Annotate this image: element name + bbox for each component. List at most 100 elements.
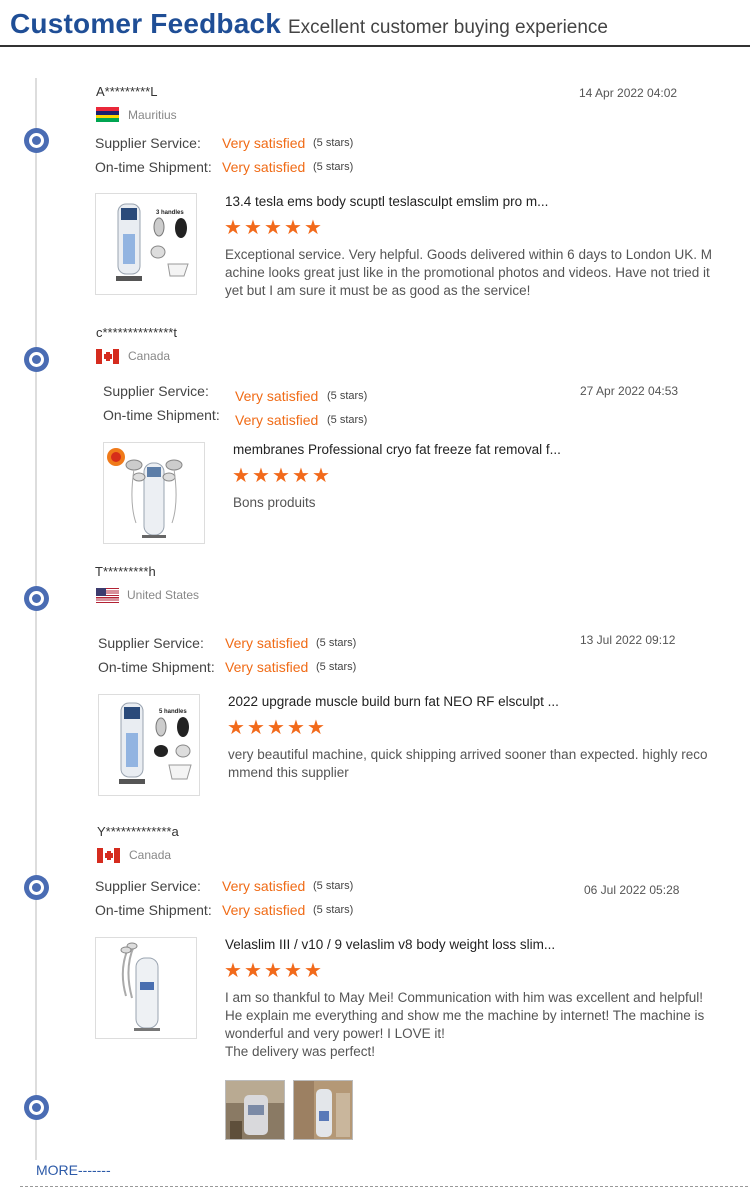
timeline-line [35, 78, 37, 1160]
shipment-stars: (5 stars) [313, 904, 354, 916]
product-title[interactable]: 13.4 tesla ems body scuptl teslasculpt e… [225, 194, 548, 209]
buyer-country: Mauritius [128, 108, 177, 122]
supplier-service-stars: (5 stars) [313, 137, 354, 149]
star-icon: ★ [272, 465, 290, 487]
review-comment: very beautiful machine, quick shipping a… [228, 746, 728, 782]
star-icon: ★ [227, 717, 245, 739]
star-icon: ★ [264, 217, 282, 239]
shipment-label: On-time Shipment: [98, 659, 215, 675]
buyer-name: T*********h [95, 564, 156, 579]
neo-rf-machine-icon: 5 handles [119, 702, 192, 784]
star-icon: ★ [292, 465, 310, 487]
timeline-dot [24, 1095, 49, 1120]
shipment-stars: (5 stars) [313, 161, 354, 173]
supplier-service-rating: Very satisfied [222, 135, 306, 151]
machine-photo-image [226, 1081, 284, 1139]
star-icon: ★ [287, 717, 305, 739]
timeline-dot [24, 875, 49, 900]
star-icon: ★ [284, 960, 302, 982]
product-thumbnail[interactable]: 5 handles [98, 694, 200, 796]
review-comment: I am so thankful to May Mei! Communicati… [225, 989, 725, 1061]
mauritius-flag-icon [96, 107, 119, 122]
timeline-dot [24, 586, 49, 611]
star-icon: ★ [304, 960, 322, 982]
star-icon: ★ [264, 960, 282, 982]
buyer-name: A*********L [96, 84, 158, 99]
star-icon: ★ [284, 217, 302, 239]
review-date: 27 Apr 2022 04:53 [580, 384, 679, 398]
page-subtitle: Excellent customer buying experience [288, 17, 609, 38]
review-photo[interactable] [293, 1080, 353, 1140]
review-comment: Exceptional service. Very helpful. Goods… [225, 246, 725, 300]
star-icon: ★ [247, 717, 265, 739]
body-sculpt-machine-icon: 3 handles [116, 203, 189, 281]
buyer-country: Canada [128, 349, 171, 363]
shipment-label: On-time Shipment: [95, 902, 212, 918]
more-link[interactable]: MORE------- [36, 1162, 111, 1178]
buyer-name: c**************t [96, 325, 177, 340]
product-thumbnail[interactable]: 3 handles [95, 193, 197, 295]
supplier-service-rating: Very satisfied [222, 878, 306, 894]
supplier-service-label: Supplier Service: [103, 383, 209, 399]
velaslim-machine-icon [120, 942, 160, 1031]
supplier-service-stars: (5 stars) [313, 880, 354, 892]
product-title[interactable]: membranes Professional cryo fat freeze f… [233, 442, 561, 457]
shipment-rating: Very satisfied [225, 659, 309, 675]
star-icon: ★ [267, 717, 285, 739]
shipment-label: On-time Shipment: [103, 407, 220, 423]
comment-line: very beautiful machine, quick shipping a… [228, 747, 708, 762]
product-thumbnail[interactable] [103, 442, 205, 544]
review-comment: Bons produits [233, 494, 713, 512]
star-icon: ★ [252, 465, 270, 487]
shipment-stars: (5 stars) [327, 414, 368, 426]
product-thumbnail[interactable] [95, 937, 197, 1039]
shipment-rating: Very satisfied [235, 412, 319, 428]
supplier-service-stars: (5 stars) [327, 390, 368, 402]
star-icon: ★ [232, 465, 250, 487]
comment-line: Exceptional service. Very helpful. Goods… [225, 247, 713, 262]
star-icon: ★ [244, 217, 262, 239]
header-divider [0, 45, 750, 47]
comment-line: I am so thankful to May Mei! Communicati… [225, 990, 703, 1005]
comment-line: wonderful and very power! I LOVE it! [225, 1026, 445, 1041]
shipment-stars: (5 stars) [316, 661, 357, 673]
page-title: Customer Feedback [10, 8, 282, 39]
supplier-service-rating: Very satisfied [235, 388, 319, 404]
supplier-service-label: Supplier Service: [95, 135, 201, 151]
usa-flag-icon [96, 588, 119, 603]
star-icon: ★ [312, 465, 330, 487]
product-rating-stars: ★ ★ ★ ★ ★ [227, 717, 325, 739]
comment-line: He explain me everything and show me the… [225, 1008, 705, 1023]
review-date: 13 Jul 2022 09:12 [580, 633, 676, 647]
shipment-label: On-time Shipment: [95, 159, 212, 175]
bottom-divider [20, 1186, 748, 1187]
thumbnail-label: 3 handles [156, 210, 184, 216]
comment-line: yet but I am sure it must be as good as … [225, 283, 531, 298]
product-rating-stars: ★ ★ ★ ★ ★ [224, 960, 322, 982]
product-rating-stars: ★ ★ ★ ★ ★ [232, 465, 330, 487]
page-header: Customer Feedback Excellent customer buy… [0, 0, 750, 48]
timeline-dot [24, 128, 49, 153]
star-icon: ★ [224, 960, 242, 982]
supplier-service-label: Supplier Service: [95, 878, 201, 894]
star-icon: ★ [224, 217, 242, 239]
star-icon: ★ [304, 217, 322, 239]
canada-flag-icon [97, 848, 120, 863]
supplier-service-label: Supplier Service: [98, 635, 204, 651]
product-title[interactable]: 2022 upgrade muscle build burn fat NEO R… [228, 694, 559, 709]
comment-line: achine looks great just like in the prom… [225, 265, 710, 280]
product-title[interactable]: Velaslim III / v10 / 9 velaslim v8 body … [225, 937, 555, 952]
buyer-country: Canada [129, 848, 172, 862]
shipment-rating: Very satisfied [222, 159, 306, 175]
review-photo[interactable] [225, 1080, 285, 1140]
comment-line: mmend this supplier [228, 765, 349, 780]
timeline-dot [24, 347, 49, 372]
review-date: 14 Apr 2022 04:02 [579, 86, 678, 100]
buyer-name: Y*************a [97, 824, 179, 839]
star-icon: ★ [307, 717, 325, 739]
comment-line: Bons produits [233, 495, 316, 510]
buyer-country: United States [127, 588, 200, 602]
product-rating-stars: ★ ★ ★ ★ ★ [224, 217, 322, 239]
supplier-service-rating: Very satisfied [225, 635, 309, 651]
cryo-machine-icon [107, 448, 183, 538]
